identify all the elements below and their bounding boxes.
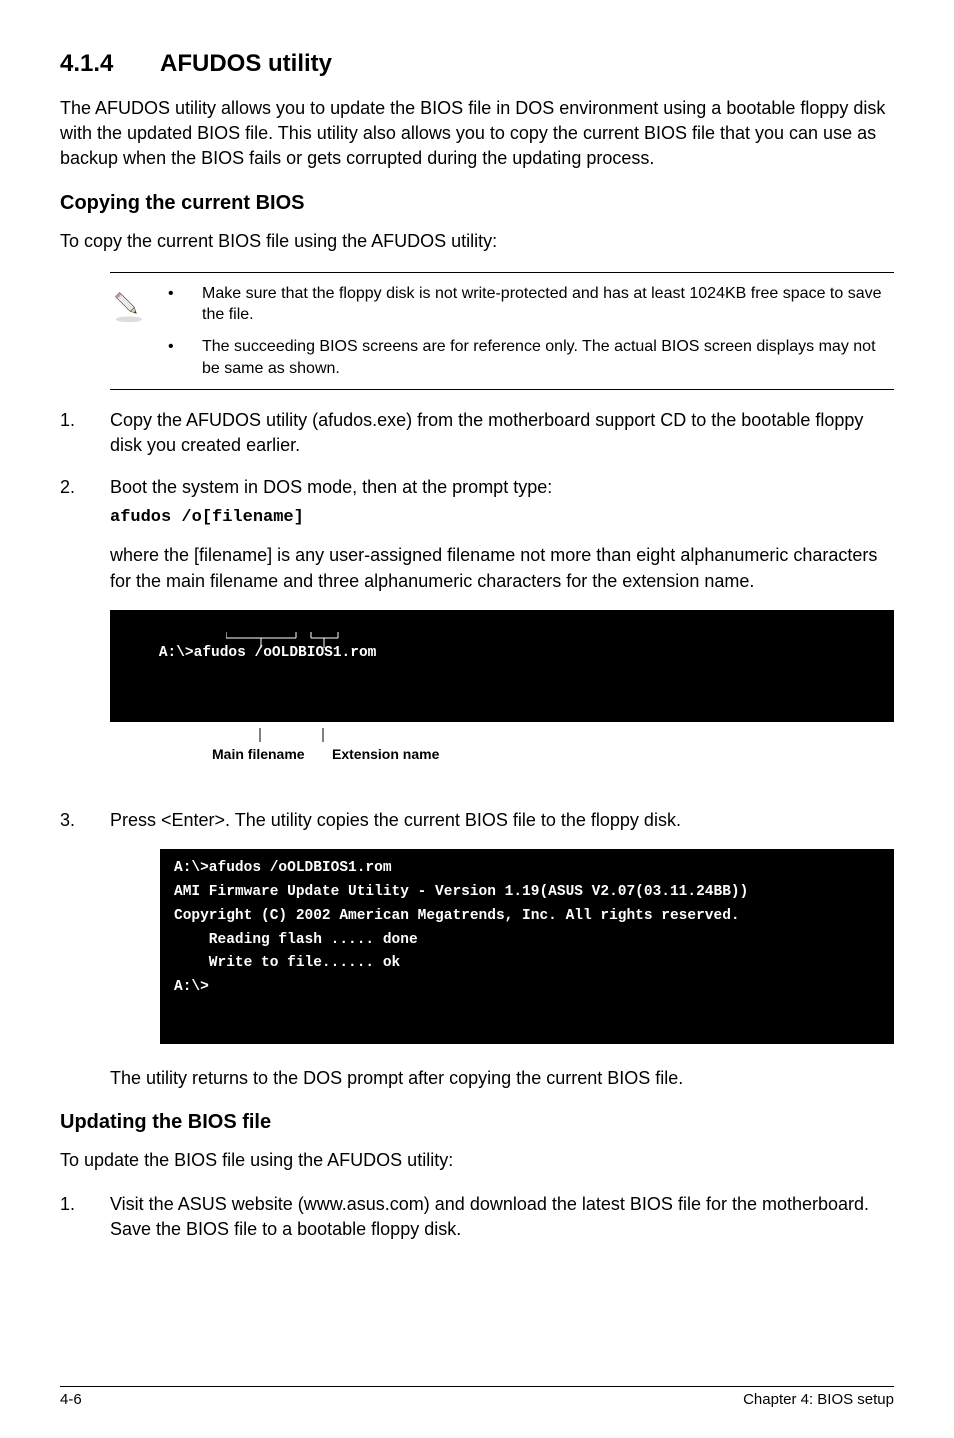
step-text: Visit the ASUS website (www.asus.com) an… <box>110 1194 869 1239</box>
step-item: Boot the system in DOS mode, then at the… <box>60 475 894 594</box>
step-item: Copy the AFUDOS utility (afudos.exe) fro… <box>60 408 894 458</box>
bullet-icon: • <box>160 336 202 379</box>
pencil-note-icon <box>110 283 160 330</box>
copy-heading: Copying the current BIOS <box>60 192 894 215</box>
annotation-labels: Main filename Extension name <box>110 728 894 788</box>
step-text: Copy the AFUDOS utility (afudos.exe) fro… <box>110 410 863 455</box>
command-text: afudos /o[filename] <box>110 506 894 530</box>
note-text: Make sure that the floppy disk is not wr… <box>202 283 894 326</box>
update-steps: Visit the ASUS website (www.asus.com) an… <box>60 1192 894 1242</box>
copy-steps-continued: Press <Enter>. The utility copies the cu… <box>60 808 894 833</box>
step-text: where the [filename] is any user-assigne… <box>110 543 894 593</box>
footer-page-number: 4-6 <box>60 1391 82 1408</box>
annotation-bracket-icon <box>226 632 386 650</box>
annotation-extension-name: Extension name <box>332 746 439 762</box>
section-title: AFUDOS utility <box>160 50 332 77</box>
page-footer: 4-6 Chapter 4: BIOS setup <box>60 1386 894 1408</box>
copy-lead: To copy the current BIOS file using the … <box>60 229 894 254</box>
note-item: • The succeeding BIOS screens are for re… <box>160 336 894 379</box>
step-text: Press <Enter>. The utility copies the cu… <box>110 810 681 830</box>
section-heading: 4.1.4AFUDOS utility <box>60 50 894 78</box>
update-heading: Updating the BIOS file <box>60 1111 894 1134</box>
annotation-main-filename: Main filename <box>212 746 305 762</box>
copy-steps: Copy the AFUDOS utility (afudos.exe) fro… <box>60 408 894 594</box>
bullet-icon: • <box>160 283 202 326</box>
section-number: 4.1.4 <box>60 50 160 78</box>
note-text: The succeeding BIOS screens are for refe… <box>202 336 894 379</box>
intro-paragraph: The AFUDOS utility allows you to update … <box>60 96 894 172</box>
step-text: Boot the system in DOS mode, then at the… <box>110 477 552 497</box>
update-lead: To update the BIOS file using the AFUDOS… <box>60 1148 894 1173</box>
after-paragraph: The utility returns to the DOS prompt af… <box>110 1066 894 1091</box>
terminal-output: A:\>afudos /oOLDBIOS1.rom <box>110 610 894 722</box>
footer-chapter: Chapter 4: BIOS setup <box>743 1391 894 1408</box>
terminal-output: A:\>afudos /oOLDBIOS1.rom AMI Firmware U… <box>160 849 894 1044</box>
note-item: • Make sure that the floppy disk is not … <box>160 283 894 326</box>
step-item: Press <Enter>. The utility copies the cu… <box>60 808 894 833</box>
step-item: Visit the ASUS website (www.asus.com) an… <box>60 1192 894 1242</box>
note-block: • Make sure that the floppy disk is not … <box>110 272 894 390</box>
